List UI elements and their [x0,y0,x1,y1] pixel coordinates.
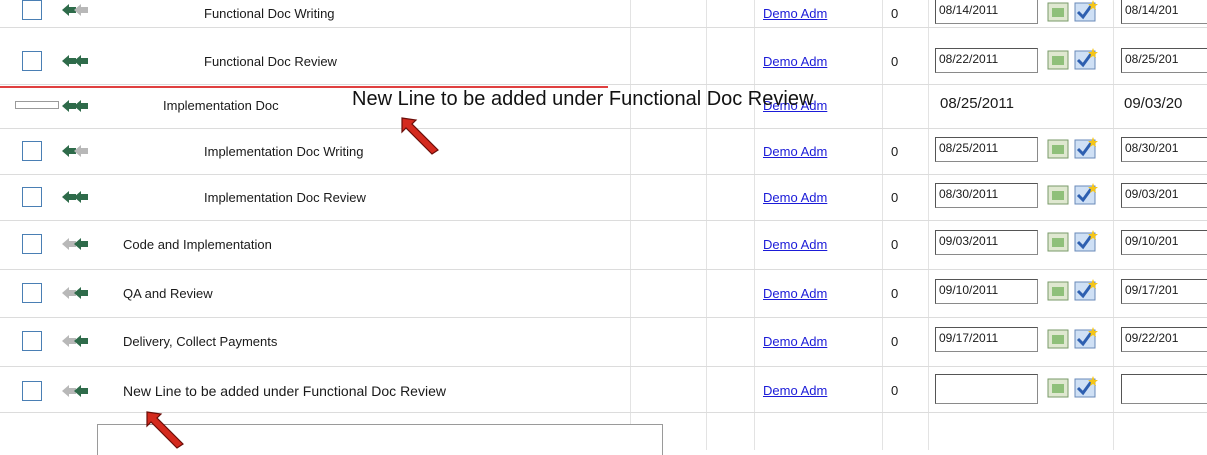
task-grid: Functional Doc Writing Demo Adm 0 08/14/… [0,0,1207,455]
row-checkbox[interactable] [22,283,42,303]
end-date-field[interactable] [1121,374,1207,404]
start-date-field[interactable]: 08/25/2011 [935,137,1038,162]
count-value: 0 [891,54,899,69]
calendar-icon[interactable] [1047,378,1069,398]
count-value: 0 [891,383,899,398]
task-name[interactable]: Implementation Doc Writing [204,144,363,159]
wizard-star-icon[interactable] [1074,137,1098,159]
task-name[interactable]: Implementation Doc Review [204,190,366,205]
calendar-icon[interactable] [1047,281,1069,301]
end-date-field[interactable]: 08/14/201 [1121,0,1207,24]
wizard-star-icon[interactable] [1074,183,1098,205]
end-date-field[interactable]: 09/03/201 [1121,183,1207,208]
count-value: 0 [891,286,899,301]
owner-link[interactable]: Demo Adm [763,190,827,205]
task-name[interactable]: QA and Review [123,286,213,301]
count-value: 0 [891,334,899,349]
row-checkbox[interactable] [22,0,42,20]
end-date-field[interactable]: 08/25/201 [1121,48,1207,73]
arrow-left-icon[interactable] [60,286,110,300]
move-arrows [60,99,110,113]
row-checkbox[interactable] [22,51,42,71]
count-value: 0 [891,237,899,252]
row-checkbox[interactable] [22,187,42,207]
arrow-left-icon[interactable] [60,144,110,158]
count-value: 0 [891,144,899,159]
row-checkbox[interactable] [22,234,42,254]
owner-link[interactable]: Demo Adm [763,286,827,301]
calendar-icon[interactable] [1047,139,1069,159]
calendar-icon[interactable] [1047,232,1069,252]
table-row[interactable]: Functional Doc Writing Demo Adm 0 08/14/… [0,0,1207,28]
owner-link[interactable]: Demo Adm [763,6,827,21]
wizard-star-icon[interactable] [1074,0,1098,22]
row-checkbox[interactable] [22,381,42,401]
calendar-icon[interactable] [1047,2,1069,22]
owner-link[interactable]: Demo Adm [763,144,827,159]
end-date-field[interactable]: 09/22/201 [1121,327,1207,352]
start-date-field[interactable]: 08/30/2011 [935,183,1038,208]
annotation-arrow-icon [146,411,184,449]
task-name[interactable]: Functional Doc Writing [204,6,335,21]
arrow-left-icon[interactable] [60,384,110,398]
wizard-star-icon[interactable] [1074,327,1098,349]
move-arrows [60,286,110,300]
owner-link[interactable]: Demo Adm [763,237,827,252]
task-name[interactable]: Code and Implementation [123,237,272,252]
task-name[interactable]: New Line to be added under Functional Do… [123,383,446,399]
row-checkbox[interactable] [22,331,42,351]
wizard-star-icon[interactable] [1074,230,1098,252]
arrow-left-icon[interactable] [60,334,110,348]
move-arrows [60,54,110,68]
owner-link[interactable]: Demo Adm [763,54,827,69]
count-value: 0 [891,190,899,205]
end-date-field[interactable]: 09/17/201 [1121,279,1207,304]
calendar-icon[interactable] [1047,185,1069,205]
arrow-left-icon[interactable] [60,99,110,113]
owner-link[interactable]: Demo Adm [763,383,827,398]
move-arrows [60,3,110,17]
start-date-field[interactable]: 09/03/2011 [935,230,1038,255]
table-row[interactable]: Implementation Doc Writing Demo Adm 0 08… [0,128,1207,175]
start-date-text: 08/25/2011 [940,95,1014,112]
end-date-field[interactable]: 09/10/201 [1121,230,1207,255]
arrow-left-icon[interactable] [60,54,110,68]
start-date-field[interactable] [935,374,1038,404]
move-arrows [60,144,110,158]
calendar-icon[interactable] [1047,50,1069,70]
calendar-icon[interactable] [1047,329,1069,349]
move-arrows [60,384,110,398]
wizard-star-icon[interactable] [1074,48,1098,70]
task-name[interactable]: Functional Doc Review [204,54,337,69]
table-row[interactable]: QA and Review Demo Adm 0 09/10/2011 09/1… [0,269,1207,318]
table-row[interactable]: Implementation Doc Review Demo Adm 0 08/… [0,174,1207,221]
arrow-left-icon[interactable] [60,237,110,251]
end-date-text: 09/03/20 [1124,95,1183,112]
wizard-star-icon[interactable] [1074,279,1098,301]
end-date-field[interactable]: 08/30/201 [1121,137,1207,162]
move-arrows [60,334,110,348]
arrow-left-icon[interactable] [60,3,110,17]
start-date-field[interactable]: 08/22/2011 [935,48,1038,73]
owner-link[interactable]: Demo Adm [763,334,827,349]
annotation-arrow-icon [401,117,439,155]
row-checkbox[interactable] [22,141,42,161]
task-name[interactable]: Implementation Doc [163,98,279,113]
table-row[interactable]: Code and Implementation Demo Adm 0 09/03… [0,220,1207,270]
wizard-star-icon[interactable] [1074,376,1098,398]
move-arrows [60,237,110,251]
task-name[interactable]: Delivery, Collect Payments [123,334,277,349]
count-value: 0 [891,6,899,21]
arrow-left-icon[interactable] [60,190,110,204]
table-row[interactable]: Functional Doc Review Demo Adm 0 08/22/2… [0,38,1207,85]
start-date-field[interactable]: 09/10/2011 [935,279,1038,304]
start-date-field[interactable]: 09/17/2011 [935,327,1038,352]
start-date-field[interactable]: 08/14/2011 [935,0,1038,24]
table-row[interactable]: Delivery, Collect Payments Demo Adm 0 09… [0,317,1207,367]
drag-ghost-label: New Line to be added under Functional Do… [352,88,814,110]
move-arrows [60,190,110,204]
row-checkbox[interactable] [15,101,59,109]
